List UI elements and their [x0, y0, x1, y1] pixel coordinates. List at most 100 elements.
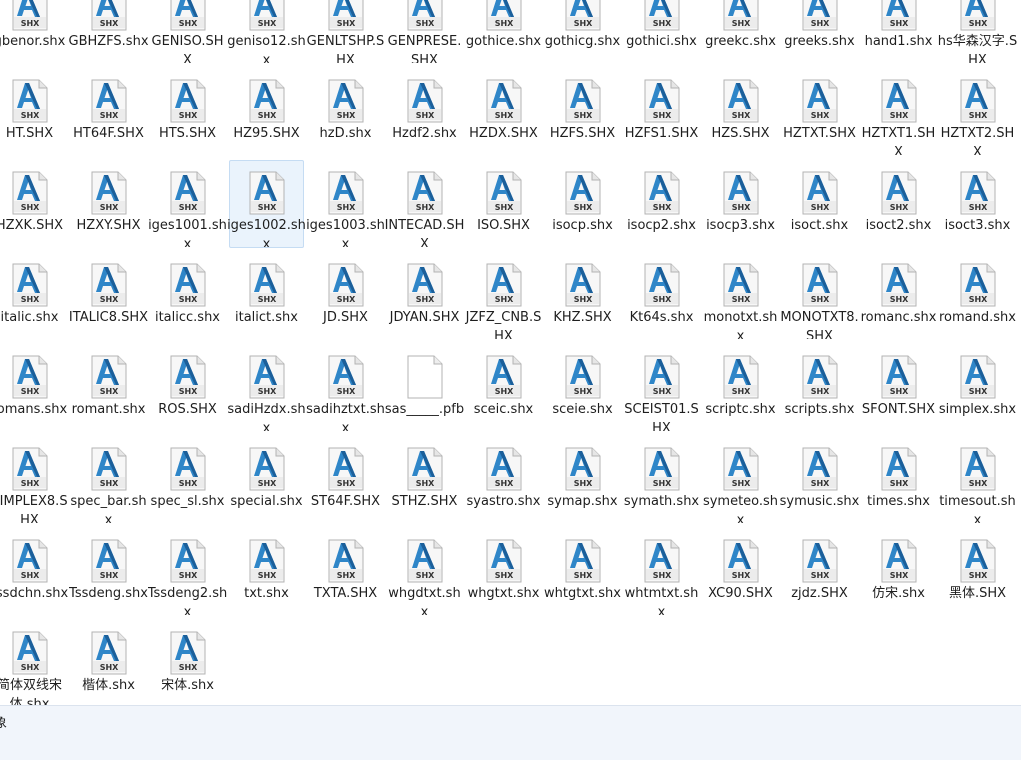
file-item[interactable]: SHX HT64F.SHX [71, 68, 146, 156]
file-item[interactable]: SHX isocp2.shx [624, 160, 699, 248]
file-item[interactable]: SHX symath.shx [624, 436, 699, 524]
file-item[interactable]: SHX sadihztxt.shx [306, 344, 385, 432]
file-item[interactable]: sas_____.pfb [385, 344, 464, 432]
file-item[interactable]: SHX isoct.shx [782, 160, 857, 248]
file-item[interactable]: SHX Kt64s.shx [624, 252, 699, 340]
file-item[interactable]: SHX GENISO.SHX [150, 0, 225, 64]
file-item[interactable]: SHX HT.SHX [0, 68, 67, 156]
file-item[interactable]: SHX whtgtxt.shx [544, 528, 621, 616]
file-item[interactable]: SHX romans.shx [0, 344, 67, 432]
file-item[interactable]: SHX gothice.shx [466, 0, 541, 64]
file-item[interactable]: SHX isoct2.shx [861, 160, 936, 248]
file-item[interactable]: SHX 宋体.shx [150, 620, 225, 705]
file-item[interactable]: SHX whgtxt.shx [466, 528, 541, 616]
file-item[interactable]: SHX italicc.shx [150, 252, 225, 340]
file-item[interactable]: SHX JDYAN.SHX [387, 252, 462, 340]
file-item[interactable]: SHX isocp.shx [545, 160, 620, 248]
file-item[interactable]: SHX romanc.shx [861, 252, 936, 340]
file-item[interactable]: SHX HZFS1.SHX [624, 68, 699, 156]
file-grid[interactable]: SHX gbenor.shx SHX GBHZFS.shx SHX GENISO… [0, 0, 1021, 705]
file-item[interactable]: SHX HZXY.SHX [71, 160, 146, 248]
file-item[interactable]: SHX HZTXT1.SHX [861, 68, 936, 156]
shx-font-file-icon: SHX [89, 539, 129, 583]
file-item[interactable]: SHX GENLTSHP.SHX [307, 0, 384, 64]
status-text: 象 [0, 716, 8, 731]
file-item[interactable]: SHX JZFZ_CNB.SHX [466, 252, 541, 340]
file-item[interactable]: SHX italict.shx [229, 252, 304, 340]
file-item[interactable]: SHX romand.shx [939, 252, 1016, 340]
file-item[interactable]: SHX hzD.shx [308, 68, 383, 156]
file-item[interactable]: SHX HZDX.SHX [466, 68, 541, 156]
file-item[interactable]: SHX gothici.shx [624, 0, 699, 64]
file-item[interactable]: SHX isocp3.shx [703, 160, 778, 248]
file-item[interactable]: SHX Hzdf2.shx [387, 68, 462, 156]
file-item[interactable]: SHX times.shx [861, 436, 936, 524]
file-item[interactable]: SHX HZFS.SHX [545, 68, 620, 156]
file-item[interactable]: SHX gothicg.shx [545, 0, 620, 64]
file-item[interactable]: SHX GBHZFS.shx [69, 0, 149, 64]
file-item[interactable]: SHX greekc.shx [703, 0, 778, 64]
file-item[interactable]: SHX Tssdeng.shx [69, 528, 148, 616]
file-item[interactable]: SHX monotxt.shx [703, 252, 778, 340]
file-item[interactable]: SHX iges1003.shx [306, 160, 385, 248]
file-item[interactable]: SHX syastro.shx [466, 436, 541, 524]
file-item[interactable]: SHX STHZ.SHX [387, 436, 462, 524]
file-item[interactable]: SHX HZS.SHX [703, 68, 778, 156]
file-item[interactable]: SHX isoct3.shx [940, 160, 1015, 248]
file-item[interactable]: SHX HZ95.SHX [229, 68, 304, 156]
file-item[interactable]: SHX spec_sl.shx [150, 436, 225, 524]
file-item[interactable]: SHX iges1002.shx [227, 160, 306, 248]
file-item[interactable]: SHX iges1001.shx [148, 160, 227, 248]
file-item[interactable]: SHX special.shx [229, 436, 304, 524]
file-item[interactable]: SHX GENPRESE.SHX [387, 0, 462, 64]
file-item[interactable]: SHX ROS.SHX [150, 344, 225, 432]
file-item[interactable]: SHX scriptc.shx [703, 344, 778, 432]
file-item[interactable]: SHX JD.SHX [308, 252, 383, 340]
file-item[interactable]: SHX MONOTXT8.SHX [780, 252, 859, 340]
file-item[interactable]: SHX HTS.SHX [150, 68, 225, 156]
file-item[interactable]: SHX 仿宋.shx [861, 528, 936, 616]
file-item[interactable]: SHX zjdz.SHX [782, 528, 857, 616]
file-item[interactable]: SHX hs华森汉字.SHX [938, 0, 1017, 64]
file-item[interactable]: SHX whtmtxt.shx [624, 528, 699, 616]
file-item[interactable]: SHX HZTXT2.SHX [940, 68, 1015, 156]
file-item[interactable]: SHX hand1.shx [861, 0, 936, 64]
file-item[interactable]: SHX symeteo.shx [703, 436, 778, 524]
file-item[interactable]: SHX 简体双线宋体.shx [0, 620, 67, 705]
file-item[interactable]: SHX HZTXT.SHX [782, 68, 857, 156]
file-item[interactable]: SHX romant.shx [71, 344, 146, 432]
file-type-badge: SHX [20, 663, 39, 672]
file-item[interactable]: SHX KHZ.SHX [545, 252, 620, 340]
file-item[interactable]: SHX 黑体.SHX [940, 528, 1015, 616]
file-item[interactable]: SHX whgdtxt.shx [387, 528, 462, 616]
file-type-badge: SHX [99, 295, 118, 304]
file-item[interactable]: SHX SCEIST01.SHX [624, 344, 699, 432]
file-item[interactable]: SHX txt.shx [229, 528, 304, 616]
file-item[interactable]: SHX SFONT.SHX [861, 344, 936, 432]
file-item[interactable]: SHX symusic.shx [780, 436, 859, 524]
file-item[interactable]: SHX geniso12.shx [227, 0, 306, 64]
file-item[interactable]: SHX spec_bar.shx [70, 436, 147, 524]
file-type-badge: SHX [573, 571, 592, 580]
file-item[interactable]: SHX ISO.SHX [466, 160, 541, 248]
file-item[interactable]: SHX symap.shx [545, 436, 620, 524]
file-item[interactable]: SHX timesout.shx [939, 436, 1016, 524]
file-item[interactable]: SHX ST64F.SHX [308, 436, 383, 524]
file-item[interactable]: SHX HZXK.SHX [0, 160, 67, 248]
file-item[interactable]: SHX scripts.shx [782, 344, 857, 432]
file-item[interactable]: SHX gbenor.shx [0, 0, 67, 64]
file-item[interactable]: SHX TXTA.SHX [308, 528, 383, 616]
file-item[interactable]: SHX XC90.SHX [703, 528, 778, 616]
file-item[interactable]: SHX 楷体.shx [71, 620, 146, 705]
file-item[interactable]: SHX sceic.shx [466, 344, 541, 432]
file-item[interactable]: SHX greeks.shx [782, 0, 857, 64]
file-item[interactable]: SHX ITALIC8.SHX [69, 252, 148, 340]
file-item[interactable]: SHX Tssdeng2.shx [148, 528, 227, 616]
file-item[interactable]: SHX italic.shx [0, 252, 67, 340]
file-item[interactable]: SHX sadiHzdx.shx [227, 344, 306, 432]
file-item[interactable]: SHX SIMPLEX8.SHX [0, 436, 68, 524]
file-item[interactable]: SHX simplex.shx [939, 344, 1016, 432]
file-item[interactable]: SHX INTECAD.SHX [385, 160, 464, 248]
file-item[interactable]: SHX sceie.shx [545, 344, 620, 432]
file-item[interactable]: SHX tssdchn.shx [0, 528, 68, 616]
